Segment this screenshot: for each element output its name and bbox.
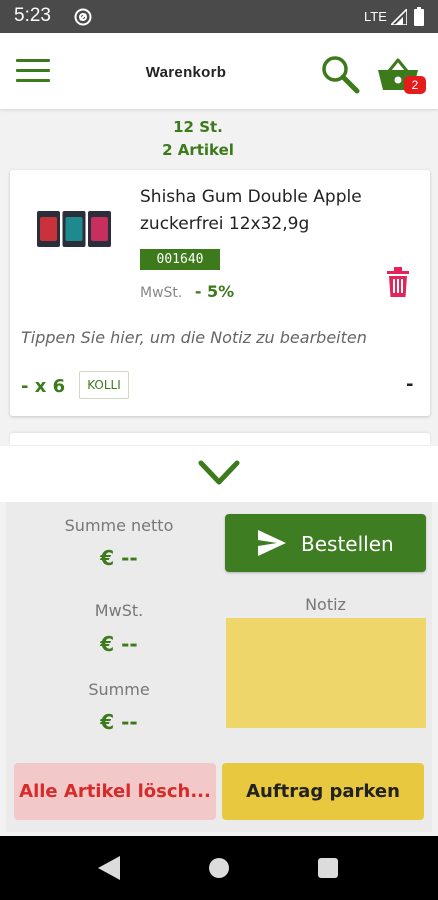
item-unit-label[interactable]: KOLLI: [79, 371, 129, 399]
total-sum-value: € --: [100, 710, 138, 734]
cart-item-card[interactable]: Shisha Gum Double Apple zuckerfrei 12x32…: [10, 170, 430, 416]
product-name: Shisha Gum Double Apple zuckerfrei 12x32…: [140, 187, 362, 234]
cart-count-badge: 2: [404, 76, 426, 94]
expand-panel-toggle[interactable]: [0, 446, 438, 502]
product-sku-badge: 001640: [140, 249, 220, 270]
item-quantity[interactable]: - x 6: [21, 376, 65, 397]
product-image: [37, 211, 111, 247]
net-sum-value: € --: [100, 546, 138, 570]
product-tax-label: MwSt.: [140, 285, 183, 301]
order-note-label: Notiz: [305, 595, 346, 614]
tax-sum-value: € --: [100, 632, 138, 656]
recents-icon[interactable]: [318, 858, 338, 878]
delete-all-items-button[interactable]: Alle Artikel lösch...: [14, 763, 216, 820]
order-button-label: Bestellen: [301, 532, 394, 556]
item-note-hint[interactable]: Tippen Sie hier, um die Notiz zu bearbei…: [21, 328, 367, 347]
search-icon[interactable]: [320, 54, 360, 94]
signal-icon: [391, 9, 407, 25]
page-title: Warenkorb: [145, 64, 227, 81]
chevron-down-icon: [198, 460, 240, 485]
back-icon[interactable]: [98, 856, 120, 880]
product-tax-value: - 5%: [194, 282, 235, 301]
send-icon: [258, 530, 286, 556]
home-icon[interactable]: [209, 858, 229, 878]
battery-icon: [414, 7, 424, 26]
cart-articles-count: 2 Artikel: [162, 141, 234, 159]
item-price: -: [406, 374, 414, 395]
cart-item-card-peek: [10, 433, 430, 445]
app-header: Warenkorb 2: [0, 33, 438, 109]
total-sum-label: Summe: [88, 680, 150, 699]
network-type: LTE: [364, 9, 387, 24]
status-bar: 5:23 LTE: [0, 0, 438, 33]
order-button[interactable]: Bestellen: [225, 514, 426, 572]
cart-pieces-count: 12 St.: [173, 118, 223, 136]
order-note-field[interactable]: [226, 618, 426, 728]
trash-icon[interactable]: [387, 267, 409, 297]
system-nav-bar: [0, 836, 438, 900]
net-sum-label: Summe netto: [64, 516, 174, 535]
at-notification-icon: [74, 8, 92, 26]
product-tax-row: MwSt. - 5%: [140, 282, 234, 301]
status-time: 5:23: [14, 5, 51, 26]
tax-sum-label: MwSt.: [94, 601, 144, 620]
park-order-button[interactable]: Auftrag parken: [222, 763, 424, 820]
